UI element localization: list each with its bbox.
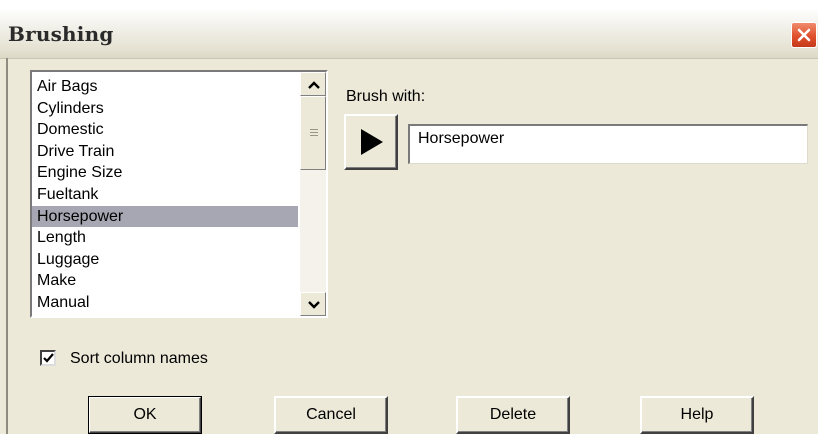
list-item[interactable]: Drive Train [32,141,298,163]
column-list[interactable]: Air Bags Cylinders Domestic Drive Train Engi… [30,70,328,318]
ok-label: OK [133,406,157,423]
chevron-up-icon [308,81,320,89]
help-label: Help [680,406,714,423]
delete-label: Delete [489,406,537,423]
list-item[interactable]: Cylinders [32,98,298,120]
list-item[interactable]: Length [32,227,298,249]
scroll-down-button[interactable] [300,292,326,316]
sort-column-names-checkbox[interactable] [40,350,56,366]
title-bar[interactable]: Brushing [0,8,818,59]
list-item[interactable]: Fueltank [32,184,298,206]
list-item[interactable]: Engine Size [32,162,298,184]
play-icon [361,129,383,155]
list-item[interactable]: Manual [32,292,298,314]
list-scrollbar[interactable] [300,72,326,316]
column-list-items: Air Bags Cylinders Domestic Drive Train Engi… [32,76,298,314]
cancel-button[interactable]: Cancel [274,396,388,434]
list-item[interactable]: Domestic [32,119,298,141]
brush-with-field[interactable]: Horsepower [408,124,808,164]
list-item[interactable]: Make [32,270,298,292]
dialog-title: Brushing [8,22,114,46]
window-frame-left [6,58,8,434]
brushing-dialog: Brushing Air Bags Cylinders Domestic Drive … [0,8,818,434]
close-icon [797,28,811,42]
list-item[interactable]: Horsepower [32,205,298,228]
help-button[interactable]: Help [640,396,754,434]
close-button[interactable] [791,22,817,48]
cancel-label: Cancel [306,406,356,423]
list-item[interactable]: Air Bags [32,76,298,98]
chevron-down-icon [308,301,320,309]
list-item[interactable]: Luggage [32,249,298,271]
brush-play-button[interactable] [344,114,398,170]
brush-with-label: Brush with: [346,88,426,105]
scroll-thumb[interactable] [300,96,326,170]
checkmark-icon [43,353,54,363]
scroll-up-button[interactable] [300,72,326,96]
sort-column-names-label[interactable]: Sort column names [70,350,208,368]
delete-button[interactable]: Delete [456,396,570,434]
ok-button[interactable]: OK [88,396,202,434]
